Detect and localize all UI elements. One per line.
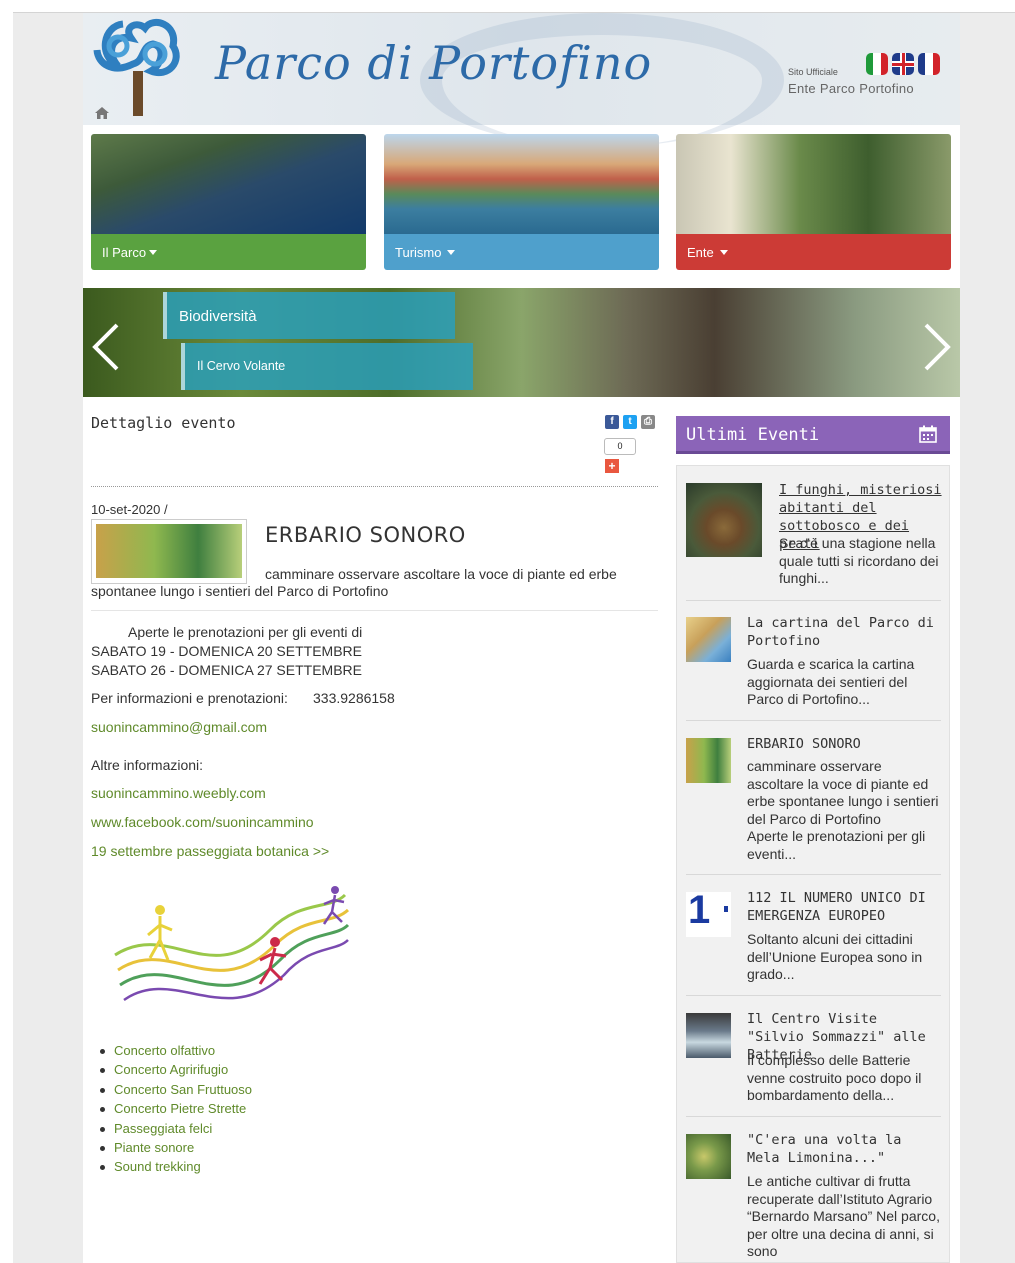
sidebar-event-text: Guarda e scarica la cartina aggiornata d… xyxy=(747,656,915,707)
caret-down-icon xyxy=(447,250,456,255)
info-phone: 333.9286158 xyxy=(313,690,395,706)
emergency-112-thumbnail[interactable]: 1 xyxy=(686,892,731,937)
event-date: 10-set-2020 / xyxy=(91,502,168,517)
sidebar-event-item[interactable]: La cartina del Parco di Portofino Guarda… xyxy=(686,614,941,714)
divider xyxy=(686,995,941,996)
caret-down-icon xyxy=(719,250,728,255)
sidebar-event-title[interactable]: 112 IL NUMERO UNICO DI EMERGENZA EUROPEO xyxy=(747,889,942,925)
list-item[interactable]: Concerto Agririfugio xyxy=(99,1060,252,1079)
fr-flag-icon[interactable] xyxy=(918,53,940,75)
event-thumbnail[interactable] xyxy=(686,1134,731,1179)
body-line-1: Aperte le prenotazioni per gli eventi di xyxy=(128,624,363,640)
event-thumbnail[interactable] xyxy=(686,617,731,662)
print-icon[interactable]: ⎙ xyxy=(641,415,655,429)
divider xyxy=(91,610,658,611)
section-title: Dettaglio evento xyxy=(91,414,236,432)
event-links-list: Concerto olfattivo Concerto Agririfugio … xyxy=(99,1041,252,1177)
nav-card-parco[interactable]: Il Parco xyxy=(91,134,366,270)
facebook-share-icon[interactable]: f xyxy=(605,415,619,429)
sidebar-event-item[interactable]: I funghi, misteriosi abitanti del sottob… xyxy=(686,481,942,591)
it-flag-icon[interactable] xyxy=(866,53,888,75)
slider-caption-main[interactable]: Biodiversità xyxy=(163,292,455,339)
caret-down-icon xyxy=(149,250,158,255)
event-thumbnail[interactable] xyxy=(686,1013,731,1058)
sidebar-event-item[interactable]: "C'era una volta la Mela Limonina..." Le… xyxy=(686,1131,941,1263)
slider-next-arrow-icon[interactable] xyxy=(922,323,952,371)
ente-image xyxy=(676,134,951,234)
sidebar-event-item[interactable]: 1 112 IL NUMERO UNICO DI EMERGENZA EUROP… xyxy=(686,889,941,989)
facebook-link[interactable]: www.facebook.com/suonincammino xyxy=(91,814,314,830)
slider-caption-sub[interactable]: Il Cervo Volante xyxy=(181,343,473,390)
event-thumbnail[interactable] xyxy=(686,483,762,557)
parco-image xyxy=(91,134,366,234)
event-desc-line1: camminare osservare ascoltare la voce di… xyxy=(265,566,617,582)
sidebar-event-text: Se c’è una stagione nella quale tutti si… xyxy=(779,535,939,586)
list-item[interactable]: Passeggiata felci xyxy=(99,1119,252,1138)
add-share-icon[interactable]: + xyxy=(605,459,619,473)
body-line-3: SABATO 26 - DOMENICA 27 SETTEMBRE xyxy=(91,662,362,678)
sidebar-title: Ultimi Eventi xyxy=(676,416,950,454)
event-thumbnail[interactable] xyxy=(686,738,731,783)
slider-prev-arrow-icon[interactable] xyxy=(91,323,121,371)
official-site-label: Sito Ufficiale xyxy=(788,67,838,77)
ente-label: Ente Parco Portofino xyxy=(788,81,914,96)
sidebar-event-title[interactable]: ERBARIO SONORO xyxy=(747,735,942,753)
list-item[interactable]: Piante sonore xyxy=(99,1138,252,1157)
event-title: ERBARIO SONORO xyxy=(265,523,466,547)
home-icon[interactable] xyxy=(95,107,109,119)
share-count: 0 xyxy=(604,438,636,455)
divider xyxy=(686,600,941,601)
weebly-link[interactable]: suonincammino.weebly.com xyxy=(91,785,266,801)
info-label: Per informazioni e prenotazioni: xyxy=(91,690,288,706)
nav-parco-label: Il Parco xyxy=(102,245,147,260)
turismo-image xyxy=(384,134,659,234)
event-desc-line2: spontanee lungo i sentieri del Parco di … xyxy=(91,583,389,599)
divider xyxy=(686,874,941,875)
suoni-in-cammino-logo xyxy=(114,886,350,1002)
email-link[interactable]: suonincammino@gmail.com xyxy=(91,719,267,735)
sidebar-event-title[interactable]: "C'era una volta la Mela Limonina..." xyxy=(747,1131,941,1167)
nav-card-ente[interactable]: Ente xyxy=(676,134,951,270)
list-item[interactable]: Concerto Pietre Strette xyxy=(99,1099,252,1118)
sidebar-event-title[interactable]: La cartina del Parco di Portofino xyxy=(747,614,942,650)
list-item[interactable]: Sound trekking xyxy=(99,1157,252,1176)
nav-ente-button[interactable]: Ente xyxy=(676,234,951,270)
list-item[interactable]: Concerto San Fruttuoso xyxy=(99,1080,252,1099)
nav-ente-label: Ente xyxy=(687,245,714,260)
nav-card-turismo[interactable]: Turismo xyxy=(384,134,659,270)
park-logo[interactable] xyxy=(93,16,188,118)
nav-turismo-button[interactable]: Turismo xyxy=(384,234,659,270)
uk-flag-icon[interactable] xyxy=(892,53,914,75)
sidebar-event-text: Soltanto alcuni dei cittadini dell’Union… xyxy=(747,931,923,982)
body-line-2: SABATO 19 - DOMENICA 20 SETTEMBRE xyxy=(91,643,362,659)
nav-parco-button[interactable]: Il Parco xyxy=(91,234,366,270)
event-description: camminare osservare ascoltare la voce di… xyxy=(91,566,658,600)
nav-turismo-label: Turismo xyxy=(395,245,442,260)
divider xyxy=(686,720,941,721)
sidebar-event-text: camminare osservare ascoltare la voce di… xyxy=(747,758,939,862)
divider xyxy=(91,486,658,487)
divider xyxy=(686,1116,941,1117)
altre-informazioni-label: Altre informazioni: xyxy=(91,757,204,773)
sidebar-event-text: Le antiche cultivar di frutta recuperate… xyxy=(747,1173,940,1259)
site-title[interactable]: Parco di Portofino xyxy=(215,36,652,90)
passeggiata-link[interactable]: 19 settembre passeggiata botanica >> xyxy=(91,843,329,859)
calendar-icon xyxy=(919,425,937,443)
twitter-share-icon[interactable]: t xyxy=(623,415,637,429)
sidebar-event-item[interactable]: ERBARIO SONORO camminare osservare ascol… xyxy=(686,735,941,875)
sidebar-event-text: Il complesso delle Batterie venne costru… xyxy=(747,1052,922,1103)
list-item[interactable]: Concerto olfattivo xyxy=(99,1041,252,1060)
sidebar-event-item[interactable]: Il Centro Visite "Silvio Sommazzi" alle … xyxy=(686,1010,941,1110)
